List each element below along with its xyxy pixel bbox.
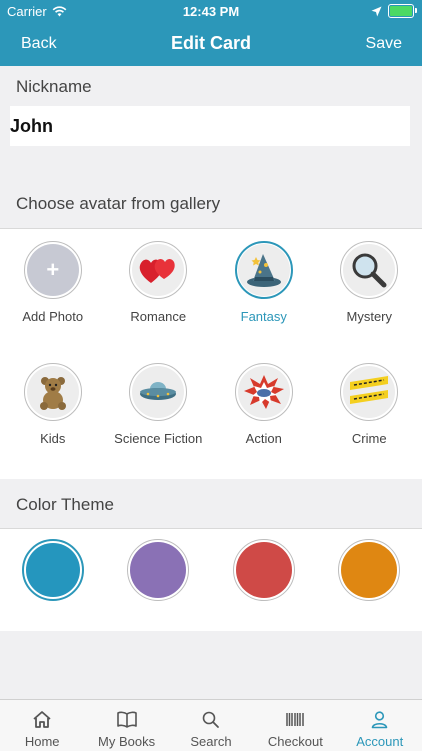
color-swatch-purple[interactable] bbox=[127, 539, 189, 601]
tab-my-books[interactable]: My Books bbox=[84, 700, 168, 751]
avatar-action: Action bbox=[211, 351, 317, 473]
avatar-label: Romance bbox=[113, 309, 203, 324]
location-arrow-icon bbox=[371, 6, 382, 17]
color-swatch-blue[interactable] bbox=[22, 539, 84, 601]
color-theme-label: Color Theme bbox=[16, 495, 114, 515]
tab-label: Search bbox=[190, 734, 231, 749]
avatar-label: Kids bbox=[8, 431, 98, 446]
status-bar: Carrier 12:43 PM bbox=[0, 0, 422, 22]
back-button[interactable]: Back bbox=[21, 35, 57, 53]
avatar-label: Science Fiction bbox=[113, 431, 203, 446]
barcode-icon bbox=[285, 710, 305, 729]
tab-label: My Books bbox=[98, 734, 155, 749]
tab-checkout[interactable]: Checkout bbox=[253, 700, 337, 751]
plus-icon: + bbox=[46, 257, 59, 283]
avatar-add-photo: + Add Photo bbox=[0, 229, 106, 351]
magnifier-icon bbox=[349, 250, 389, 290]
nickname-input[interactable] bbox=[10, 106, 410, 146]
swatch-dot bbox=[26, 543, 80, 597]
person-icon bbox=[370, 710, 389, 729]
header: Carrier 12:43 PM Back Edit Card Save bbox=[0, 0, 422, 66]
battery-icon bbox=[388, 4, 414, 18]
crime-tape-icon bbox=[348, 374, 390, 410]
swatch-dot bbox=[341, 542, 397, 598]
save-button[interactable]: Save bbox=[366, 35, 402, 53]
tab-bar: Home My Books Search Checkout Account bbox=[0, 699, 422, 751]
status-time: 12:43 PM bbox=[0, 4, 422, 19]
avatar-crime: Crime bbox=[317, 351, 422, 473]
avatar-mystery-button[interactable] bbox=[340, 241, 398, 299]
hearts-icon bbox=[138, 253, 178, 287]
avatar-science-fiction-button[interactable] bbox=[129, 363, 187, 421]
home-icon bbox=[32, 710, 52, 729]
avatar-label: Fantasy bbox=[219, 309, 309, 324]
tab-account[interactable]: Account bbox=[338, 700, 422, 751]
avatar-fantasy-button[interactable] bbox=[235, 241, 293, 299]
boom-icon bbox=[243, 374, 285, 410]
avatar-romance: Romance bbox=[106, 229, 212, 351]
ufo-icon bbox=[138, 375, 178, 409]
color-swatch-orange[interactable] bbox=[338, 539, 400, 601]
search-icon bbox=[201, 710, 220, 729]
avatar-gallery: + Add Photo Romance bbox=[0, 228, 422, 479]
status-right bbox=[371, 4, 414, 18]
avatar-crime-button[interactable] bbox=[340, 363, 398, 421]
nav-bar: Back Edit Card Save bbox=[0, 22, 422, 66]
swatch-dot bbox=[130, 542, 186, 598]
avatar-mystery: Mystery bbox=[317, 229, 422, 351]
tab-label: Checkout bbox=[268, 734, 323, 749]
avatar-label: Crime bbox=[324, 431, 414, 446]
tab-home[interactable]: Home bbox=[0, 700, 84, 751]
tab-label: Home bbox=[25, 734, 60, 749]
gallery-label: Choose avatar from gallery bbox=[16, 194, 220, 214]
avatar-kids: Kids bbox=[0, 351, 106, 473]
avatar-action-button[interactable] bbox=[235, 363, 293, 421]
avatar-fantasy: Fantasy bbox=[211, 229, 317, 351]
avatar-label: Add Photo bbox=[8, 309, 98, 324]
book-icon bbox=[116, 710, 138, 729]
avatar-science-fiction: Science Fiction bbox=[106, 351, 212, 473]
color-theme-panel bbox=[0, 528, 422, 631]
avatar-kids-button[interactable] bbox=[24, 363, 82, 421]
color-swatch-red[interactable] bbox=[233, 539, 295, 601]
add-photo-button[interactable]: + bbox=[24, 241, 82, 299]
avatar-label: Mystery bbox=[324, 309, 414, 324]
nickname-label: Nickname bbox=[16, 77, 92, 97]
swatch-dot bbox=[236, 542, 292, 598]
teddy-bear-icon bbox=[33, 372, 73, 412]
avatar-label: Action bbox=[219, 431, 309, 446]
page-title: Edit Card bbox=[0, 33, 422, 54]
avatar-romance-button[interactable] bbox=[129, 241, 187, 299]
wizard-hat-icon bbox=[244, 250, 284, 290]
tab-label: Account bbox=[356, 734, 403, 749]
tab-search[interactable]: Search bbox=[169, 700, 253, 751]
